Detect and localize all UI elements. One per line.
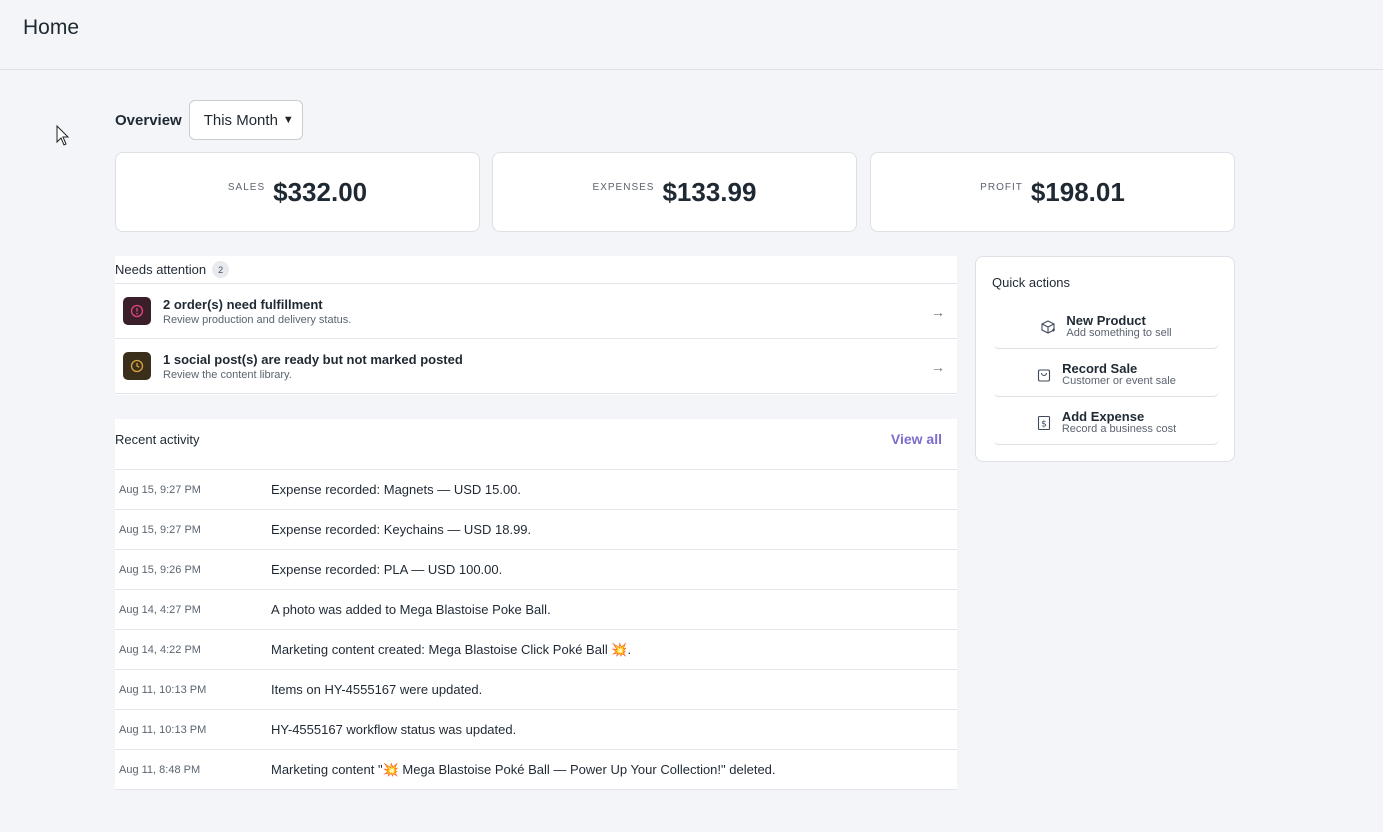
arrow-right-icon: → — [931, 304, 945, 320]
new-product-button[interactable]: New Product Add something to sell — [993, 305, 1219, 349]
period-select-value: This Month — [203, 111, 278, 129]
page-title: Home — [23, 16, 80, 39]
activity-time: Aug 14, 4:22 PM — [119, 643, 201, 656]
view-all-link[interactable]: View all — [891, 431, 942, 447]
stat-value: $332.00 — [273, 176, 368, 207]
activity-row: Aug 14, 4:22 PM Marketing content create… — [115, 630, 957, 670]
svg-text:$: $ — [1041, 419, 1047, 429]
package-plus-icon — [1041, 319, 1056, 334]
stat-value: $198.01 — [1030, 176, 1125, 207]
stat-label: EXPENSES — [592, 181, 655, 193]
attention-item-title: 2 order(s) need fulfillment — [163, 296, 323, 312]
stat-value: $133.99 — [662, 176, 757, 207]
recent-activity-header: Recent activity View all — [115, 419, 957, 470]
quick-action-title: Add Expense — [1061, 409, 1145, 424]
arrow-right-icon: → — [931, 359, 945, 375]
shopping-bag-icon — [1038, 368, 1051, 382]
activity-time: Aug 11, 10:13 PM — [119, 723, 207, 736]
overview-label: Overview — [115, 111, 182, 129]
activity-row: Aug 14, 4:27 PM A photo was added to Meg… — [115, 590, 957, 630]
overview-row: Overview This Month ▼ — [115, 100, 303, 140]
activity-row: Aug 11, 10:13 PM Items on HY-4555167 wer… — [115, 670, 957, 710]
stat-label: PROFIT — [980, 181, 1023, 193]
needs-attention-title: Needs attention — [115, 262, 207, 277]
activity-text: Marketing content "💥 Mega Blastoise Poké… — [271, 761, 776, 777]
count-badge: 2 — [212, 261, 230, 278]
expenses-card: EXPENSES $133.99 — [492, 152, 857, 232]
activity-time: Aug 15, 9:26 PM — [119, 563, 201, 576]
quick-action-title: New Product — [1066, 313, 1146, 328]
activity-text: Expense recorded: Keychains — USD 18.99. — [271, 522, 532, 537]
activity-row: Aug 11, 10:13 PM HY-4555167 workflow sta… — [115, 710, 957, 750]
activity-row: Aug 11, 8:48 PM Marketing content "💥 Meg… — [115, 750, 957, 790]
activity-time: Aug 14, 4:27 PM — [119, 603, 201, 616]
stat-label: SALES — [227, 181, 266, 193]
record-sale-button[interactable]: Record Sale Customer or event sale — [993, 353, 1219, 397]
activity-text: A photo was added to Mega Blastoise Poke… — [271, 602, 551, 617]
activity-text: Expense recorded: PLA — USD 100.00. — [271, 562, 503, 577]
chevron-down-icon: ▼ — [282, 114, 294, 126]
quick-actions-title: Quick actions — [992, 275, 1071, 290]
profit-card: PROFIT $198.01 — [870, 152, 1235, 232]
attention-item-subtitle: Review production and delivery status. — [163, 313, 352, 326]
activity-row: Aug 15, 9:27 PM Expense recorded: Magnet… — [115, 470, 957, 510]
quick-action-subtitle: Record a business cost — [1061, 423, 1177, 435]
sales-card: SALES $332.00 — [115, 152, 480, 232]
quick-action-subtitle: Customer or event sale — [1062, 375, 1176, 387]
recent-activity-title: Recent activity — [115, 432, 200, 447]
attention-item-social-posts[interactable]: 1 social post(s) are ready but not marke… — [115, 339, 957, 394]
attention-item-orders[interactable]: 2 order(s) need fulfillment Review produ… — [115, 284, 957, 339]
add-expense-button[interactable]: $ Add Expense Record a business cost — [993, 401, 1219, 445]
activity-time: Aug 15, 9:27 PM — [119, 483, 201, 496]
activity-text: HY-4555167 workflow status was updated. — [271, 722, 517, 737]
alert-circle-icon — [123, 297, 151, 325]
mouse-cursor-icon — [56, 125, 70, 146]
quick-action-title: Record Sale — [1062, 361, 1138, 376]
clock-icon — [123, 352, 151, 380]
needs-attention-header: Needs attention 2 — [115, 256, 957, 284]
activity-row: Aug 15, 9:26 PM Expense recorded: PLA — … — [115, 550, 957, 590]
quick-actions-panel: Quick actions New Product Add something … — [975, 256, 1235, 462]
activity-text: Items on HY-4555167 were updated. — [271, 682, 483, 697]
dollar-receipt-icon: $ — [1037, 415, 1050, 430]
top-bar: Home — [0, 0, 1383, 70]
activity-row: Aug 15, 9:27 PM Expense recorded: Keycha… — [115, 510, 957, 550]
activity-time: Aug 11, 8:48 PM — [119, 763, 201, 776]
activity-text: Expense recorded: Magnets — USD 15.00. — [271, 482, 522, 497]
activity-time: Aug 15, 9:27 PM — [119, 523, 201, 536]
recent-activity-panel: Recent activity View all Aug 15, 9:27 PM… — [115, 419, 957, 790]
activity-text: Marketing content created: Mega Blastois… — [271, 641, 632, 657]
needs-attention-panel: Needs attention 2 2 order(s) need fulfil… — [115, 256, 957, 395]
period-select[interactable]: This Month ▼ — [188, 100, 303, 140]
quick-action-subtitle: Add something to sell — [1066, 327, 1172, 339]
attention-item-title: 1 social post(s) are ready but not marke… — [163, 351, 463, 367]
attention-item-subtitle: Review the content library. — [163, 368, 292, 381]
activity-time: Aug 11, 10:13 PM — [119, 683, 207, 696]
